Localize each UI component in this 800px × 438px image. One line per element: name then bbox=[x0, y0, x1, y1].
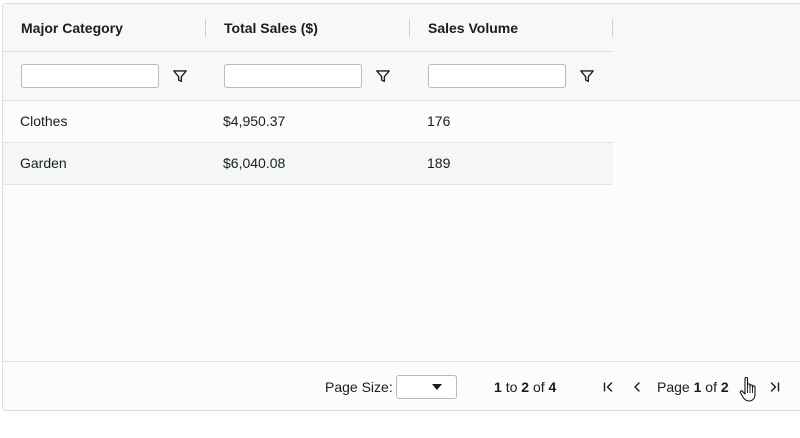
filter-icon[interactable] bbox=[171, 67, 189, 85]
page-size-select[interactable] bbox=[396, 375, 457, 399]
filter-input-sales-volume[interactable] bbox=[428, 64, 566, 88]
page-text: Page bbox=[657, 379, 690, 395]
filter-cell-total-sales bbox=[206, 52, 410, 100]
column-header-label: Sales Volume bbox=[428, 20, 519, 36]
column-header-label: Total Sales ($) bbox=[224, 20, 318, 36]
next-page-icon[interactable] bbox=[741, 379, 755, 395]
row-to: 2 bbox=[521, 379, 530, 395]
pagination-panel: Page Size: 1 to 2 of 4 Page 1 of 2 bbox=[3, 361, 800, 410]
page-size-label: Page Size: bbox=[325, 379, 393, 395]
column-header-label: Major Category bbox=[21, 20, 123, 36]
column-header-total-sales[interactable]: Total Sales ($) bbox=[206, 4, 410, 52]
cell-major-category[interactable]: Garden bbox=[3, 143, 206, 184]
row-to-text: to bbox=[505, 379, 518, 395]
column-resize-handle[interactable] bbox=[612, 19, 613, 37]
page-total: 2 bbox=[720, 379, 729, 395]
page-summary: Page 1 of 2 bbox=[657, 362, 729, 410]
cell-sales-volume[interactable]: 189 bbox=[410, 143, 613, 184]
table-row[interactable]: Garden $6,040.08 189 bbox=[3, 143, 613, 185]
data-grid: Major Category Total Sales ($) Sales Vol… bbox=[2, 3, 800, 411]
grid-header: Major Category Total Sales ($) Sales Vol… bbox=[3, 4, 800, 101]
cell-sales-volume[interactable]: 176 bbox=[410, 101, 613, 142]
last-page-icon[interactable] bbox=[768, 379, 782, 395]
column-header-major-category[interactable]: Major Category bbox=[3, 4, 206, 52]
table-row[interactable]: Clothes $4,950.37 176 bbox=[3, 101, 613, 143]
row-summary: 1 to 2 of 4 bbox=[494, 362, 557, 410]
page-of-text: of bbox=[705, 379, 717, 395]
cell-major-category[interactable]: Clothes bbox=[3, 101, 206, 142]
filter-input-total-sales[interactable] bbox=[224, 64, 362, 88]
filter-icon[interactable] bbox=[374, 67, 392, 85]
filter-cell-major-category bbox=[3, 52, 206, 100]
previous-page-icon[interactable] bbox=[630, 379, 644, 395]
filter-icon[interactable] bbox=[578, 67, 596, 85]
filter-input-major-category[interactable] bbox=[21, 64, 159, 88]
filter-row bbox=[3, 52, 613, 100]
first-page-icon[interactable] bbox=[601, 379, 615, 395]
row-of-text: of bbox=[532, 379, 545, 395]
column-header-row: Major Category Total Sales ($) Sales Vol… bbox=[3, 4, 613, 52]
filter-cell-sales-volume bbox=[410, 52, 613, 100]
page-current: 1 bbox=[693, 379, 702, 395]
cell-total-sales[interactable]: $4,950.37 bbox=[206, 101, 410, 142]
row-total: 4 bbox=[548, 379, 557, 395]
row-from: 1 bbox=[494, 379, 502, 395]
cell-total-sales[interactable]: $6,040.08 bbox=[206, 143, 410, 184]
caret-down-icon bbox=[432, 384, 442, 390]
column-header-sales-volume[interactable]: Sales Volume bbox=[410, 4, 613, 52]
